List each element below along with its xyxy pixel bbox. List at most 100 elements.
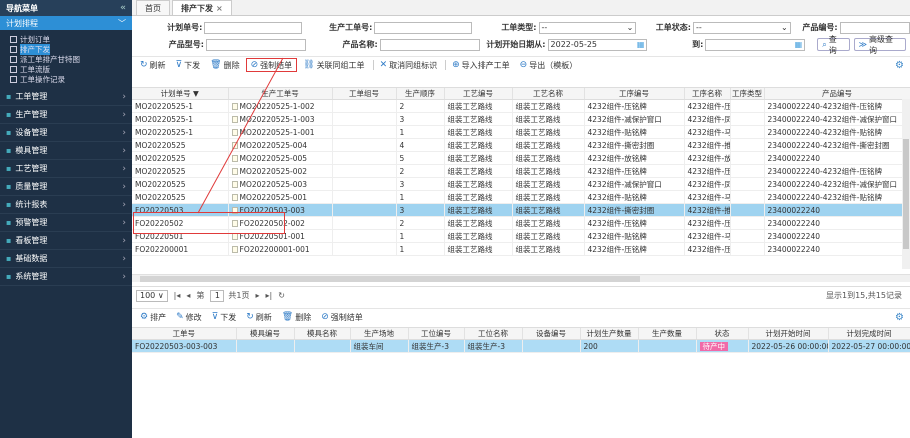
sidebar-subitem[interactable]: 排产下发: [10, 43, 132, 55]
plan-no-input[interactable]: [204, 21, 303, 34]
sidebar-group[interactable]: ▪ 预警管理 ›: [0, 214, 132, 232]
table-row[interactable]: FO20220503-003-003 组装车间 组装生产-3 组装生产-3 200 待产中…: [132, 339, 910, 353]
column-header[interactable]: 生产顺序: [396, 88, 445, 100]
table-row[interactable]: MO20220525-1 MO20220525-1-001 1 组装工艺路线 组装工艺路…: [132, 125, 910, 139]
sidebar-group[interactable]: ▪ 模具管理 ›: [0, 142, 132, 160]
sidebar-group[interactable]: ▪ 质量管理 ›: [0, 178, 132, 196]
delete-button-2[interactable]: 🗑 删除: [278, 310, 315, 324]
column-header[interactable]: 工位编号: [408, 328, 465, 340]
column-header[interactable]: 工艺编号: [444, 88, 513, 100]
delete-button[interactable]: 🗑 删除: [206, 58, 243, 72]
sidebar-group[interactable]: ▪ 生产管理 ›: [0, 106, 132, 124]
column-header[interactable]: 工序类型: [730, 88, 765, 100]
edit-button[interactable]: ✎ 修改: [172, 310, 206, 324]
column-header[interactable]: 模具编号: [236, 328, 295, 340]
column-header[interactable]: 工序名称: [684, 88, 731, 100]
next-page-button[interactable]: ▸: [256, 291, 260, 300]
column-header[interactable]: 工位名称: [464, 328, 523, 340]
force-close-button-2[interactable]: ⊘ 强制结单: [317, 310, 367, 324]
start-date-input[interactable]: 2022-05-25 ▦: [547, 38, 648, 51]
table-cell: MO20220525: [132, 151, 229, 165]
schedule-button[interactable]: ⚙ 排产: [136, 310, 170, 324]
chevron-right-icon: ›: [122, 181, 126, 192]
sidebar-group[interactable]: ▪ 统计报表 ›: [0, 196, 132, 214]
gear-icon[interactable]: ⚙: [895, 60, 904, 71]
product-name-input[interactable]: [379, 38, 480, 51]
collapse-icon[interactable]: «: [120, 3, 126, 13]
vertical-scrollbar[interactable]: [902, 99, 910, 269]
work-type-select[interactable]: -- ⌄: [538, 21, 637, 34]
first-page-button[interactable]: |◂: [174, 291, 181, 300]
table-row[interactable]: MO20220525-1 MO20220525-1-002 2 组装工艺路线 组装工艺路…: [132, 99, 910, 113]
cancel-group-button[interactable]: ✕ 取消同组标识: [376, 58, 442, 72]
column-header[interactable]: 工单号: [132, 328, 237, 340]
column-header[interactable]: 工序编号: [584, 88, 685, 100]
sidebar-group[interactable]: ▪ 工艺管理 ›: [0, 160, 132, 178]
table-row[interactable]: MO20220525 MO20220525-003 3 组装工艺路线 组装工艺路线 423…: [132, 177, 910, 191]
column-header[interactable]: 设备编号: [522, 328, 581, 340]
prev-page-button[interactable]: ◂: [186, 291, 190, 300]
table-row[interactable]: MO20220525 MO20220525-005 5 组装工艺路线 组装工艺路线 423…: [132, 151, 910, 165]
column-header[interactable]: 模具名称: [294, 328, 351, 340]
import-button[interactable]: ⊕ 导入排产工单: [448, 58, 514, 72]
column-header[interactable]: 计划开始时间: [748, 328, 829, 340]
page-input[interactable]: 1: [210, 289, 225, 302]
force-close-button[interactable]: ⊘ 强制结单: [245, 58, 298, 72]
column-header[interactable]: 计划完成时间: [828, 328, 910, 340]
gear-icon[interactable]: ⚙: [895, 312, 904, 323]
table-row[interactable]: MO20220525 MO20220525-004 4 组装工艺路线 组装工艺路线 423…: [132, 138, 910, 152]
horizontal-scrollbar[interactable]: [132, 274, 910, 282]
column-header[interactable]: 工艺名称: [512, 88, 585, 100]
work-no-input[interactable]: [374, 21, 473, 34]
column-header[interactable]: 计划单号 ▼: [132, 88, 229, 100]
refresh-button-2[interactable]: ↻ 刷新: [242, 310, 276, 324]
work-status-select[interactable]: -- ⌄: [692, 21, 791, 34]
export-button[interactable]: ⊖ 导出（模板）: [516, 58, 582, 72]
link-group-button[interactable]: ⛓ 关联同组工单: [299, 58, 368, 72]
product-code-input[interactable]: [839, 21, 910, 34]
sidebar-subitem[interactable]: 工单流版: [10, 64, 132, 74]
table-row[interactable]: MO20220525-1 MO20220525-1-003 3 组装工艺路线 组装工艺路…: [132, 112, 910, 126]
sidebar-group[interactable]: ▪ 工单管理 ›: [0, 88, 132, 106]
refresh-button[interactable]: ↻ 刷新: [136, 58, 170, 72]
tab-home[interactable]: 首页: [136, 0, 170, 15]
column-header[interactable]: 状态: [696, 328, 749, 340]
column-header[interactable]: 生产工单号: [228, 88, 333, 100]
column-header[interactable]: 生产数量: [638, 328, 697, 340]
column-header[interactable]: 生产场地: [350, 328, 409, 340]
close-icon[interactable]: ×: [216, 4, 223, 13]
column-header[interactable]: 工单组号: [332, 88, 397, 100]
sidebar-group[interactable]: ▪ 基础数据 ›: [0, 250, 132, 268]
sidebar-subitem[interactable]: 计划订单: [10, 34, 132, 44]
sidebar-subitem[interactable]: 工单操作记录: [10, 74, 132, 84]
dispatch-button[interactable]: ⊽ 下发: [172, 58, 205, 72]
table-row[interactable]: FO20220503 FO20220503-003 3 组装工艺路线 组装工艺路线 423…: [132, 203, 910, 217]
advanced-query-button[interactable]: ≫ 高级查询: [853, 35, 906, 55]
sidebar-group[interactable]: ▪ 系统管理 ›: [0, 268, 132, 286]
product-model-input[interactable]: [205, 38, 306, 51]
column-header[interactable]: 产品编号: [764, 88, 910, 100]
column-header[interactable]: 计划生产数量: [580, 328, 639, 340]
sidebar-item-plan[interactable]: 计划排程 ﹀: [0, 16, 132, 30]
table-row[interactable]: MO20220525 MO20220525-001 1 组装工艺路线 组装工艺路线 423…: [132, 190, 910, 204]
table-cell: [332, 151, 397, 165]
sidebar-group[interactable]: ▪ 看板管理 ›: [0, 232, 132, 250]
table-row[interactable]: MO20220525 MO20220525-002 2 组装工艺路线 组装工艺路线 423…: [132, 164, 910, 178]
table-cell: [730, 203, 765, 217]
table-row[interactable]: FO202200001 FO202200001-001 1 组装工艺路线 组装工艺路线 4…: [132, 242, 910, 256]
sidebar-subitem[interactable]: 派工单排产甘特图: [10, 54, 132, 64]
sidebar-group[interactable]: ▪ 设备管理 ›: [0, 124, 132, 142]
page-size-select[interactable]: 100 ∨: [136, 289, 168, 302]
last-page-button[interactable]: ▸|: [266, 291, 273, 300]
refresh-icon[interactable]: ↻: [278, 291, 285, 300]
dispatch-button-2[interactable]: ⊽ 下发: [208, 310, 241, 324]
calendar-icon[interactable]: ▦: [795, 40, 803, 49]
tab-dispatch[interactable]: 排产下发 ×: [172, 0, 232, 15]
calendar-icon[interactable]: ▦: [637, 40, 645, 49]
end-date-input[interactable]: ▦: [705, 38, 806, 51]
table-row[interactable]: FO20220502 FO20220502-002 2 组装工艺路线 组装工艺路线 423…: [132, 216, 910, 230]
query-button[interactable]: ⌕ 查询: [817, 35, 850, 55]
table-cell: 23400022240-4232组件-撕密封圈: [764, 138, 910, 152]
table-cell: 组装工艺路线: [512, 138, 585, 152]
table-row[interactable]: FO20220501 FO20220501-001 1 组装工艺路线 组装工艺路线 423…: [132, 229, 910, 243]
